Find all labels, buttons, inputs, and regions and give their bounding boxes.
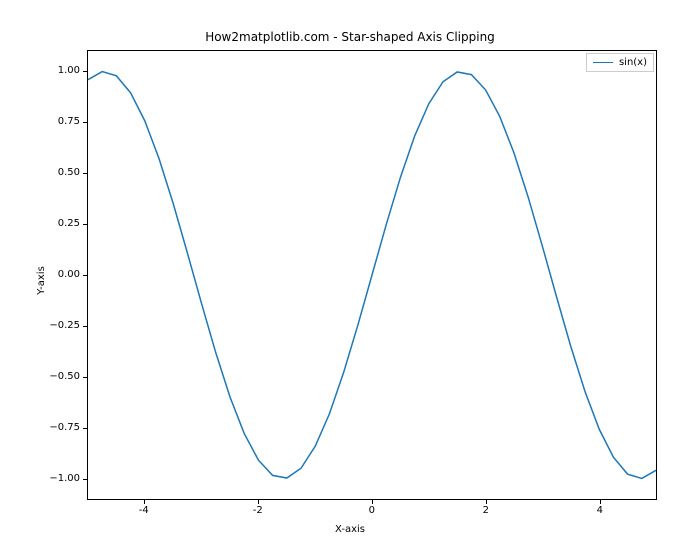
- ytick-mark: [83, 377, 87, 378]
- xtick-label: 2: [466, 505, 506, 516]
- ytick-mark: [83, 122, 87, 123]
- legend-entry: sin(x): [619, 57, 647, 68]
- xtick-mark: [258, 500, 259, 504]
- ytick-mark: [83, 275, 87, 276]
- ytick-mark: [83, 428, 87, 429]
- ytick-mark: [83, 326, 87, 327]
- line-plot-svg: [88, 51, 656, 499]
- ytick-label: 0.50: [20, 168, 80, 178]
- xtick-mark: [600, 500, 601, 504]
- ytick-label: −1.00: [20, 474, 80, 484]
- ytick-label: 0.00: [20, 270, 80, 280]
- ytick-label: 0.75: [20, 117, 80, 127]
- legend-line-icon: [593, 62, 613, 63]
- ytick-label: −0.75: [20, 423, 80, 433]
- x-axis-label: X-axis: [0, 524, 700, 535]
- xtick-mark: [144, 500, 145, 504]
- ytick-label: 0.25: [20, 219, 80, 229]
- xtick-label: -2: [238, 505, 278, 516]
- ytick-label: 1.00: [20, 66, 80, 76]
- figure: How2matplotlib.com - Star-shaped Axis Cl…: [0, 0, 700, 560]
- ytick-mark: [83, 71, 87, 72]
- ytick-mark: [83, 479, 87, 480]
- legend: sin(x): [586, 53, 654, 72]
- ytick-mark: [83, 173, 87, 174]
- ytick-label: −0.25: [20, 321, 80, 331]
- xtick-label: 4: [580, 505, 620, 516]
- ytick-mark: [83, 224, 87, 225]
- series-sinx: [88, 72, 656, 479]
- chart-title: How2matplotlib.com - Star-shaped Axis Cl…: [0, 30, 700, 44]
- xtick-label: 0: [352, 505, 392, 516]
- plot-area: [87, 50, 657, 500]
- ytick-label: −0.50: [20, 372, 80, 382]
- xtick-mark: [372, 500, 373, 504]
- xtick-label: -4: [124, 505, 164, 516]
- xtick-mark: [486, 500, 487, 504]
